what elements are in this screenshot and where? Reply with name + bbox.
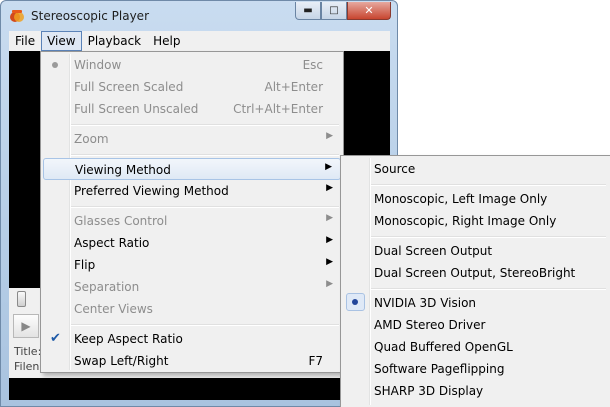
menu-item-label: Monoscopic, Right Image Only	[374, 214, 557, 228]
menu-item-label: Dual Screen Output, StereoBright	[374, 266, 576, 280]
submenu-arrow-icon: ▶	[326, 279, 333, 289]
menu-item-window[interactable]: Window Esc	[43, 54, 341, 76]
menu-item-center-views[interactable]: Center Views	[43, 298, 341, 320]
menu-help[interactable]: Help	[147, 31, 186, 51]
menu-item-shortcut: Esc	[302, 58, 323, 72]
menu-item-label: AMD Stereo Driver	[374, 318, 486, 332]
menu-item-dual-screen-stereobright[interactable]: Dual Screen Output, StereoBright	[343, 262, 608, 284]
title-bar[interactable]: Stereoscopic Player ▬ □ ✕	[1, 1, 397, 31]
viewing-method-submenu: Source Monoscopic, Left Image Only Monos…	[340, 155, 610, 407]
menu-playback[interactable]: Playback	[82, 31, 148, 51]
menu-item-shortcut: Ctrl+Alt+Enter	[233, 102, 323, 116]
maximize-button[interactable]: □	[321, 2, 347, 20]
menu-item-monoscopic-left[interactable]: Monoscopic, Left Image Only	[343, 188, 608, 210]
menu-item-keep-aspect-ratio[interactable]: ✔ Keep Aspect Ratio	[43, 328, 341, 350]
menu-item-label: Aspect Ratio	[74, 236, 150, 250]
menu-separator	[371, 236, 606, 238]
title-label: Title:	[14, 345, 42, 358]
menu-separator	[71, 206, 339, 208]
menu-item-label: Swap Left/Right	[74, 354, 169, 368]
menu-item-shortcut: Alt+Enter	[264, 80, 323, 94]
app-icon	[10, 10, 24, 22]
menu-separator	[71, 154, 339, 156]
radio-selected-indicator	[346, 293, 365, 311]
menu-item-flip[interactable]: Flip ▶	[43, 254, 341, 276]
radio-dot-icon	[52, 62, 58, 68]
menu-item-label: Zoom	[74, 132, 109, 146]
menu-item-software-pageflipping[interactable]: Software Pageflipping	[343, 358, 608, 380]
menu-item-monoscopic-right[interactable]: Monoscopic, Right Image Only	[343, 210, 608, 232]
menu-item-label: NVIDIA 3D Vision	[374, 296, 477, 310]
menu-item-label: Dual Screen Output	[374, 244, 493, 258]
menu-item-label: Preferred Viewing Method	[74, 184, 229, 198]
menu-separator	[71, 124, 339, 126]
menu-item-label: Monoscopic, Left Image Only	[374, 192, 548, 206]
radio-dot-icon	[352, 299, 358, 305]
menu-item-label: Flip	[74, 258, 96, 272]
menu-item-glasses-control[interactable]: Glasses Control ▶	[43, 210, 341, 232]
menu-item-zoom[interactable]: Zoom ▶	[43, 128, 341, 150]
menu-item-label: SHARP 3D Display	[374, 384, 484, 398]
menu-item-label: Software Pageflipping	[374, 362, 505, 376]
menu-item-quad-buffered-opengl[interactable]: Quad Buffered OpenGL	[343, 336, 608, 358]
menu-bar: File View Playback Help	[9, 31, 390, 52]
menu-item-amd-stereo-driver[interactable]: AMD Stereo Driver	[343, 314, 608, 336]
menu-item-swap-left-right[interactable]: Swap Left/Right F7	[43, 350, 341, 372]
menu-item-label: Separation	[74, 280, 140, 294]
menu-separator	[71, 324, 339, 326]
menu-item-label: Full Screen Unscaled	[74, 102, 199, 116]
submenu-arrow-icon: ▶	[326, 213, 333, 223]
view-menu: Window Esc Full Screen Scaled Alt+Enter …	[40, 51, 344, 373]
menu-item-label: Glasses Control	[74, 214, 168, 228]
menu-item-separation[interactable]: Separation ▶	[43, 276, 341, 298]
menu-item-label: Source	[374, 162, 416, 176]
menu-item-label: Window	[74, 58, 122, 72]
menu-separator	[371, 288, 606, 290]
menu-item-nvidia-3d-vision[interactable]: NVIDIA 3D Vision	[343, 292, 608, 314]
menu-view[interactable]: View	[41, 31, 82, 51]
menu-item-label: Viewing Method	[75, 163, 171, 177]
menu-file[interactable]: File	[9, 31, 41, 51]
submenu-arrow-icon: ▶	[326, 131, 333, 141]
play-button[interactable]: ▶	[13, 314, 39, 338]
menu-item-label: Keep Aspect Ratio	[74, 332, 183, 346]
maximize-icon: □	[329, 4, 339, 16]
menu-item-full-screen-scaled[interactable]: Full Screen Scaled Alt+Enter	[43, 76, 341, 98]
menu-item-source[interactable]: Source	[343, 158, 608, 180]
menu-item-viewing-method[interactable]: Viewing Method ▶	[43, 158, 341, 180]
menu-item-label: Full Screen Scaled	[74, 80, 184, 94]
menu-item-label: Quad Buffered OpenGL	[374, 340, 513, 354]
seek-thumb[interactable]	[17, 291, 26, 307]
menu-separator	[371, 184, 606, 186]
close-icon: ✕	[364, 4, 374, 17]
menu-item-shortcut: F7	[308, 354, 323, 368]
submenu-arrow-icon: ▶	[325, 162, 332, 172]
play-icon: ▶	[21, 319, 31, 333]
submenu-arrow-icon: ▶	[326, 235, 333, 245]
menu-item-full-screen-unscaled[interactable]: Full Screen Unscaled Ctrl+Alt+Enter	[43, 98, 341, 120]
menu-item-aspect-ratio[interactable]: Aspect Ratio ▶	[43, 232, 341, 254]
window-title: Stereoscopic Player	[31, 9, 149, 23]
menu-item-sharp-3d-display[interactable]: SHARP 3D Display	[343, 380, 608, 402]
close-button[interactable]: ✕	[347, 2, 391, 20]
menu-item-preferred-viewing-method[interactable]: Preferred Viewing Method ▶	[43, 180, 341, 202]
menu-item-label: Center Views	[74, 302, 153, 316]
submenu-arrow-icon: ▶	[326, 183, 333, 193]
minimize-button[interactable]: ▬	[295, 2, 321, 20]
checkmark-icon: ✔	[50, 331, 61, 346]
submenu-arrow-icon: ▶	[326, 257, 333, 267]
menu-item-dual-screen-output[interactable]: Dual Screen Output	[343, 240, 608, 262]
minimize-icon: ▬	[303, 4, 313, 16]
caption-buttons: ▬ □ ✕	[295, 2, 391, 20]
status-bar	[9, 378, 390, 400]
